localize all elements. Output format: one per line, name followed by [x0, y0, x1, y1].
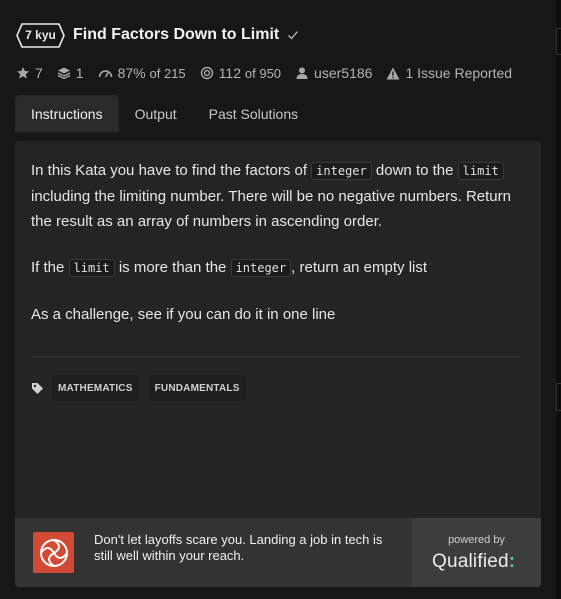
qualified-brand[interactable]: powered by Qualified: — [412, 518, 541, 587]
inline-code: limit — [68, 259, 115, 277]
description-paragraph: In this Kata you have to find the factor… — [31, 158, 531, 234]
collections-stat[interactable]: 1 — [57, 65, 84, 81]
description-paragraph: If the limit is more than the integer, r… — [31, 255, 531, 281]
brand-mark: : — [508, 551, 516, 572]
satisfaction-value: 87% — [117, 65, 146, 81]
tab-output[interactable]: Output — [119, 95, 193, 132]
gauge-icon — [98, 70, 112, 78]
tab-bar: Instructions Output Past Solutions — [15, 95, 314, 132]
powered-by-label: powered by — [448, 534, 505, 546]
issues-label[interactable]: 1 Issue Reported — [405, 65, 512, 81]
ad-message[interactable]: Don't let layoffs scare you. Landing a j… — [94, 532, 404, 564]
target-icon — [200, 66, 213, 80]
kata-header: 7 kyu Find Factors Down to Limit — [16, 22, 299, 48]
layers-icon — [57, 67, 71, 80]
sponsor-logo — [33, 532, 74, 573]
satisfaction-total: of 215 — [149, 65, 186, 81]
completed-stat: 112 of 950 — [200, 65, 281, 81]
rank-badge: 7 kyu — [16, 22, 65, 48]
completed-value: 112 — [218, 65, 241, 81]
description-text: , return an empty list — [291, 259, 428, 276]
warning-icon — [386, 67, 400, 79]
description-text: If the — [31, 259, 69, 276]
author-name[interactable]: user5186 — [314, 65, 372, 81]
divider — [31, 356, 521, 357]
brand-name: Qualified — [432, 551, 509, 572]
right-edge-scrollbar — [556, 0, 561, 599]
description-text: including the limiting number. There wil… — [31, 188, 511, 230]
kata-title: Find Factors Down to Limit — [73, 26, 280, 43]
collections-count: 1 — [75, 65, 84, 81]
tag-fundamentals[interactable]: FUNDAMENTALS — [148, 375, 246, 401]
author-stat[interactable]: user5186 — [295, 65, 372, 81]
completed-total: of 950 — [244, 65, 282, 81]
rank-label: 7 kyu — [25, 28, 56, 42]
qualified-logo: Qualified: — [432, 551, 515, 573]
stars-count: 7 — [35, 65, 43, 81]
inline-code: integer — [230, 259, 292, 277]
description-text: down to the — [371, 162, 458, 179]
description-text: In this Kata you have to find the factor… — [31, 162, 312, 179]
issues-stat[interactable]: 1 Issue Reported — [386, 65, 512, 81]
inline-code: limit — [457, 162, 504, 180]
star-icon — [17, 67, 29, 79]
tag-icon — [32, 382, 43, 394]
checkmark-icon — [288, 31, 299, 40]
user-icon — [296, 67, 308, 79]
tag-list: MATHEMATICS FUNDAMENTALS — [31, 375, 256, 401]
description-paragraph: As a challenge, see if you can do it in … — [31, 306, 336, 323]
spiral-logo-icon — [39, 538, 68, 567]
satisfaction-stat: 87% of 215 — [98, 65, 186, 81]
tab-instructions[interactable]: Instructions — [15, 95, 119, 132]
inline-code: integer — [311, 162, 372, 180]
tab-past-solutions[interactable]: Past Solutions — [193, 95, 315, 132]
description-text: is more than the — [114, 259, 231, 276]
sponsored-banner[interactable]: Don't let layoffs scare you. Landing a j… — [15, 518, 541, 587]
tag-mathematics[interactable]: MATHEMATICS — [52, 375, 139, 401]
instructions-panel: In this Kata you have to find the factor… — [15, 141, 541, 587]
stars-stat[interactable]: 7 — [16, 65, 43, 81]
kata-stats: 7 1 87% of 215 112 of 950 user5186 1 Iss… — [16, 64, 526, 82]
kata-description: In this Kata you have to find the factor… — [31, 158, 531, 348]
